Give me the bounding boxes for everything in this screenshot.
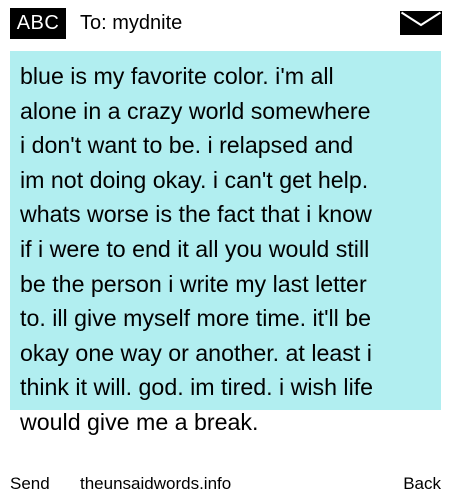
footer-bar: Send theunsaidwords.info Back xyxy=(0,471,450,497)
send-button[interactable]: Send xyxy=(10,471,50,497)
abc-badge[interactable]: ABC xyxy=(10,8,66,39)
message-area: blue is my favorite color. i'm all alone… xyxy=(10,51,441,491)
envelope-icon[interactable] xyxy=(400,11,442,35)
header-bar: ABC To: mydnite xyxy=(0,0,450,46)
message-body: blue is my favorite color. i'm all alone… xyxy=(20,63,374,435)
site-link[interactable]: theunsaidwords.info xyxy=(80,471,231,497)
back-button[interactable]: Back xyxy=(403,471,441,497)
recipient-line: To: mydnite xyxy=(80,12,183,34)
